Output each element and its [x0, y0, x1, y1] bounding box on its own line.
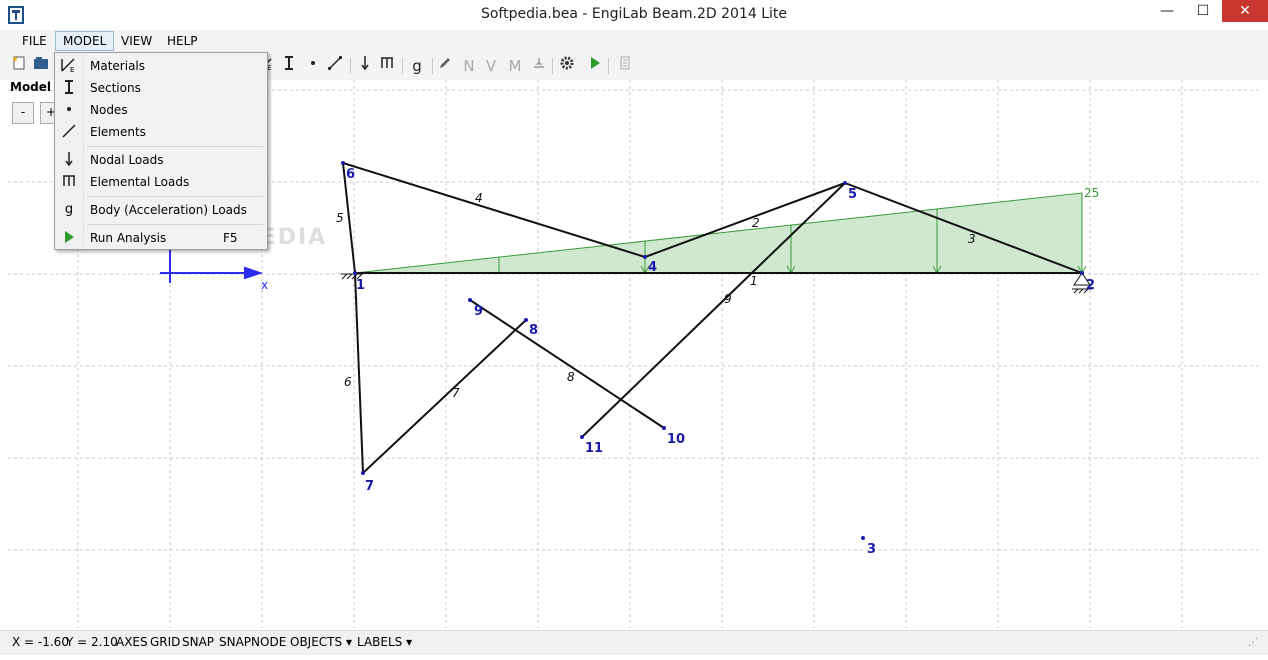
menu-item-body-loads[interactable]: g Body (Acceleration) Loads — [55, 199, 267, 221]
load-value-label: 25 — [1084, 186, 1099, 200]
maximize-button[interactable]: ☐ — [1186, 0, 1220, 22]
menu-file[interactable]: FILE — [15, 32, 54, 50]
run-analysis-tool-icon[interactable] — [584, 55, 606, 77]
resize-grip-icon[interactable]: ⋰ — [1248, 637, 1258, 648]
status-axes-toggle[interactable]: AXES — [116, 635, 148, 649]
svg-text:9: 9 — [724, 292, 732, 306]
svg-text:6: 6 — [344, 375, 352, 389]
axis-x-label: x — [261, 278, 268, 292]
svg-text:7: 7 — [365, 479, 374, 494]
global-axes — [160, 250, 264, 283]
menu-view[interactable]: VIEW — [114, 32, 159, 50]
menu-item-materials[interactable]: E Materials — [55, 55, 267, 77]
svg-text:8: 8 — [529, 323, 538, 338]
section-tool-icon[interactable] — [278, 55, 300, 77]
support-icon[interactable] — [528, 55, 550, 77]
pencil-icon[interactable] — [434, 55, 456, 77]
menu-item-nodes[interactable]: Nodes — [55, 99, 267, 121]
status-objects-dropdown[interactable]: OBJECTS ▾ — [290, 635, 352, 649]
materials-icon: E — [59, 57, 79, 75]
run-icon — [59, 229, 79, 247]
svg-text:5: 5 — [336, 211, 344, 225]
menu-help[interactable]: HELP — [160, 32, 205, 50]
menu-bar: FILE MODEL VIEW HELP — [0, 30, 1268, 52]
model-menu-dropdown: E Materials Sections Nodes Elements Noda… — [54, 52, 268, 250]
menu-item-elemental-loads[interactable]: Elemental Loads — [55, 171, 267, 193]
svg-text:3: 3 — [867, 542, 876, 557]
nodal-load-icon — [59, 151, 79, 169]
svg-text:3: 3 — [968, 232, 976, 246]
report-icon[interactable] — [614, 55, 636, 77]
svg-text:1: 1 — [356, 278, 365, 293]
menu-item-sections[interactable]: Sections — [55, 77, 267, 99]
open-file-icon[interactable] — [30, 55, 52, 77]
svg-text:4: 4 — [648, 260, 657, 275]
shear-force-icon[interactable]: V — [480, 55, 502, 77]
status-snap-toggle[interactable]: SNAP — [182, 635, 214, 649]
svg-text:E: E — [70, 66, 74, 73]
elemental-load-tool-icon[interactable] — [376, 55, 398, 77]
node-icon — [59, 101, 79, 119]
svg-text:5: 5 — [848, 187, 857, 202]
svg-text:6: 6 — [346, 167, 355, 182]
svg-text:9: 9 — [474, 304, 483, 319]
svg-text:1: 1 — [750, 274, 758, 288]
new-file-icon[interactable] — [8, 55, 30, 77]
node-tool-icon[interactable] — [302, 55, 324, 77]
status-labels-dropdown[interactable]: LABELS ▾ — [357, 635, 412, 649]
svg-text:8: 8 — [567, 370, 575, 384]
settings-gear-icon[interactable] — [556, 55, 578, 77]
section-icon — [59, 79, 79, 97]
zoom-out-button[interactable]: - — [12, 102, 34, 124]
svg-text:7: 7 — [452, 386, 460, 400]
element-tool-icon[interactable] — [324, 55, 346, 77]
svg-text:11: 11 — [585, 441, 603, 456]
title-bar: Softpedia.bea - EngiLab Beam.2D 2014 Lit… — [0, 0, 1268, 30]
svg-text:10: 10 — [667, 432, 685, 447]
status-grid-toggle[interactable]: GRID — [150, 635, 180, 649]
menu-model[interactable]: MODEL — [55, 31, 115, 51]
svg-text:2: 2 — [1086, 278, 1095, 293]
elemental-load-icon — [59, 173, 79, 191]
menu-item-elements[interactable]: Elements — [55, 121, 267, 143]
status-snapnode-toggle[interactable]: SNAPNODE — [219, 635, 286, 649]
menu-item-nodal-loads[interactable]: Nodal Loads — [55, 149, 267, 171]
moment-icon[interactable]: M — [504, 55, 526, 77]
nodal-load-tool-icon[interactable] — [354, 55, 376, 77]
minimize-button[interactable]: — — [1150, 0, 1184, 22]
status-bar: X = -1.60 Y = 2.10 AXES GRID SNAP SNAPNO… — [0, 630, 1268, 655]
axial-force-icon[interactable]: N — [458, 55, 480, 77]
menu-item-run-analysis[interactable]: Run Analysis F5 — [55, 227, 267, 249]
status-x-coordinate: X = -1.60 — [12, 635, 69, 649]
body-load-tool-icon[interactable]: g — [406, 55, 428, 77]
close-button[interactable]: ✕ — [1222, 0, 1268, 22]
status-y-coordinate: Y = 2.10 — [66, 635, 118, 649]
element-icon — [59, 123, 79, 141]
svg-text:2: 2 — [752, 216, 760, 230]
body-load-icon: g — [64, 202, 74, 217]
model-panel-label: Model — [10, 80, 52, 94]
window-title: Softpedia.bea - EngiLab Beam.2D 2014 Lit… — [480, 6, 788, 22]
svg-text:4: 4 — [475, 191, 483, 205]
